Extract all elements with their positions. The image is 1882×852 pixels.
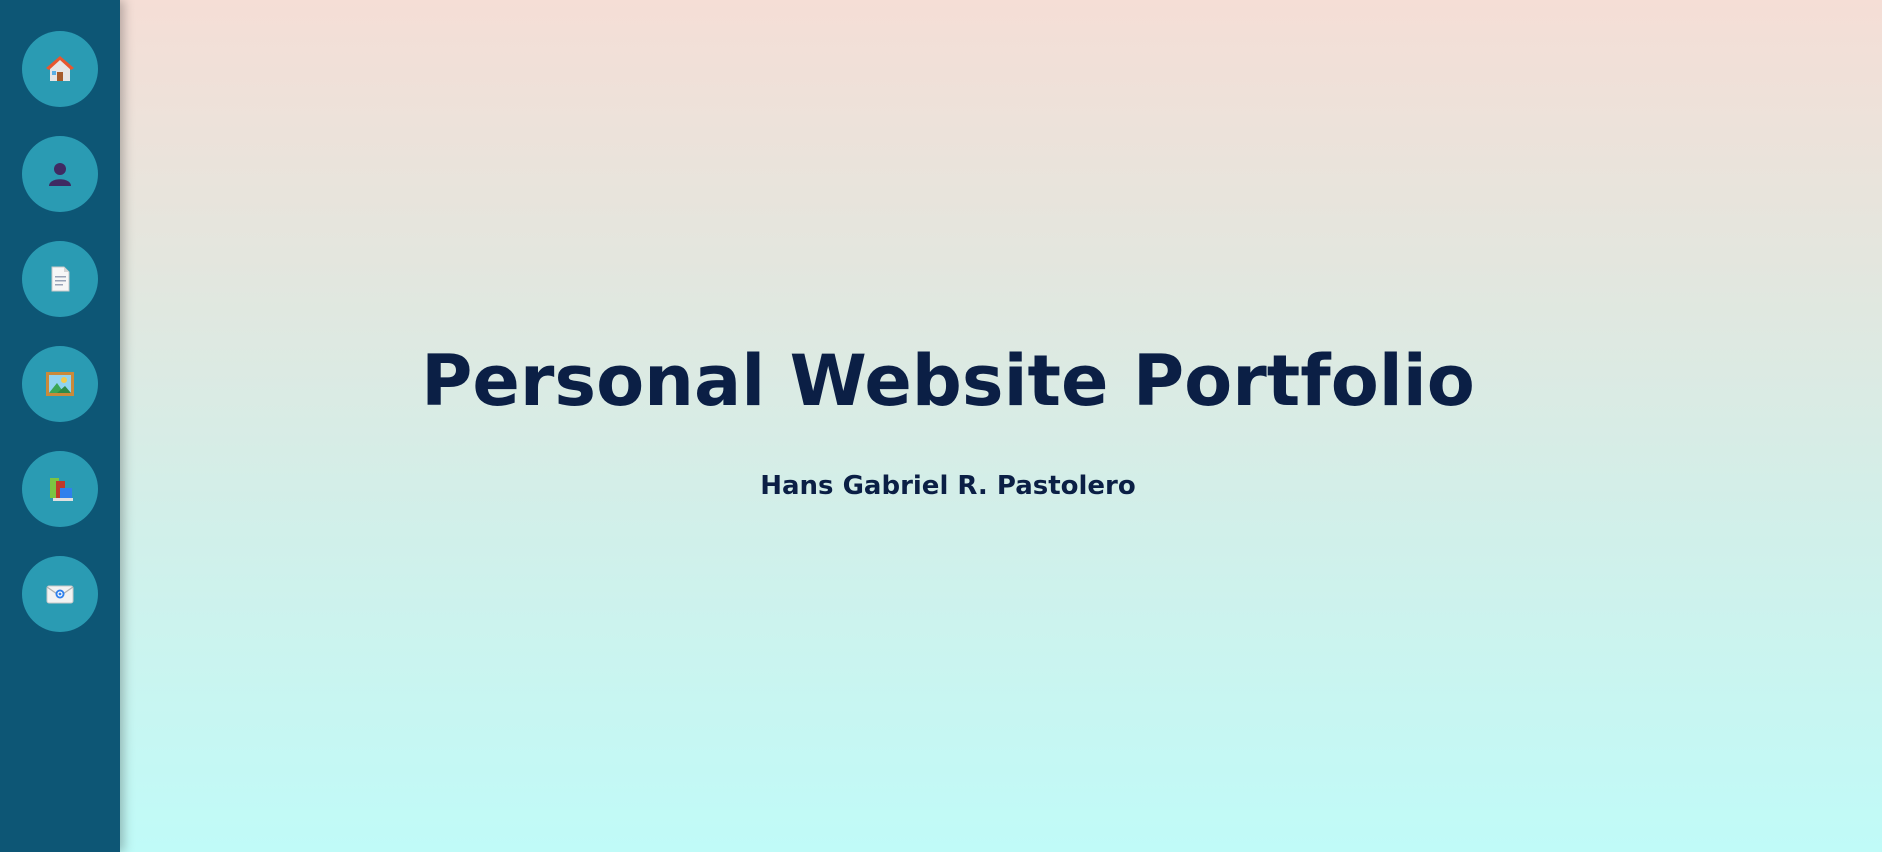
- author-name: Hans Gabriel R. Pastolero: [760, 471, 1136, 501]
- sidebar-nav: [0, 0, 120, 852]
- nav-gallery-button[interactable]: [22, 346, 98, 422]
- books-icon: [44, 474, 76, 504]
- page: Personal Website Portfolio Hans Gabriel …: [0, 0, 1882, 852]
- nav-contact-button[interactable]: [22, 556, 98, 632]
- hero-section: Personal Website Portfolio Hans Gabriel …: [120, 0, 1882, 852]
- nav-resume-button[interactable]: [22, 241, 98, 317]
- nav-home-button[interactable]: [22, 31, 98, 107]
- house-icon: [45, 54, 75, 84]
- document-icon: [45, 264, 75, 294]
- nav-projects-button[interactable]: [22, 451, 98, 527]
- framed-picture-icon: [44, 369, 76, 399]
- person-silhouette-icon: [45, 159, 75, 189]
- nav-about-button[interactable]: [22, 136, 98, 212]
- envelope-icon: [44, 579, 76, 609]
- page-title: Personal Website Portfolio: [421, 340, 1475, 422]
